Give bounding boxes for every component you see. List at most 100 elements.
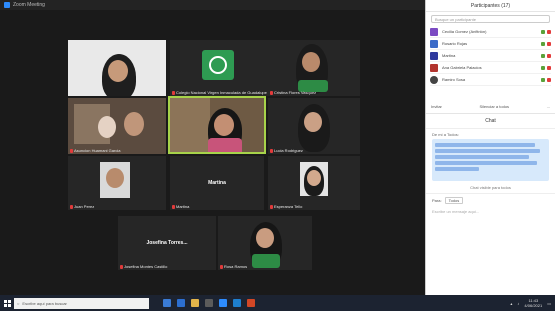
chat-to-label: Para: <box>432 198 442 203</box>
participant-name: Rosario Rojas <box>442 41 468 46</box>
muted-mic-icon <box>547 65 551 70</box>
video-tile[interactable] <box>68 40 166 96</box>
tile-name: Josefina Montes Castillo <box>120 264 167 269</box>
participant-row[interactable]: Cecilia Gomez (Anfitrión) <box>430 26 551 38</box>
video-icon <box>541 77 545 82</box>
video-tile[interactable]: Cristina Flores Vasquez <box>268 40 360 96</box>
muted-mic-icon <box>70 148 73 153</box>
video-tile[interactable]: Rosa Ramos <box>218 216 312 270</box>
windows-taskbar: ○ Escribe aquí para buscar ▴ ♪ 11:43 4/0… <box>0 295 555 311</box>
store-icon[interactable] <box>205 299 213 307</box>
chat-input[interactable]: Escribe un mensaje aquí... <box>432 209 549 227</box>
task-view-icon[interactable] <box>163 299 171 307</box>
avatar <box>430 63 438 72</box>
zoom-app-icon <box>4 2 10 8</box>
participant-face <box>98 116 116 138</box>
edge-icon[interactable] <box>177 299 185 307</box>
tile-name: Colegio Nacional Virgen Inmaculada de Gu… <box>172 90 267 95</box>
muted-mic-icon <box>270 148 273 153</box>
word-icon[interactable] <box>233 299 241 307</box>
video-tile-active-speaker[interactable] <box>168 96 266 154</box>
clock[interactable]: 11:43 4/06/2021 <box>524 298 542 308</box>
participant-row[interactable]: Ramiro Sosa <box>430 74 551 86</box>
tile-name: Esperanza Tello <box>270 204 302 209</box>
powerpoint-icon[interactable] <box>247 299 255 307</box>
taskbar-search-text: Escribe aquí para buscar <box>22 300 67 306</box>
participant-name: Ana Gabriela Palacios <box>442 65 482 70</box>
muted-mic-icon <box>547 41 551 46</box>
video-icon <box>541 29 545 34</box>
participants-header: Participantes (17) <box>426 0 555 12</box>
muted-mic-icon <box>270 90 273 95</box>
muted-mic-icon <box>547 29 551 34</box>
participant-face <box>124 112 144 136</box>
notifications-icon[interactable]: ▭ <box>547 301 551 306</box>
chat-message <box>432 139 549 181</box>
muted-mic-icon <box>547 77 551 82</box>
tile-name: Rosa Ramos <box>220 264 247 269</box>
more-button[interactable]: ... <box>547 104 550 109</box>
video-tile[interactable]: Colegio Nacional Virgen Inmaculada de Gu… <box>170 40 268 96</box>
participant-face <box>307 170 321 186</box>
taskbar-apps <box>163 299 255 307</box>
participant-name: Cecilia Gomez (Anfitrión) <box>442 29 487 34</box>
bookshelf <box>170 98 210 152</box>
participant-face <box>256 228 274 248</box>
video-icon <box>541 41 545 46</box>
video-tile[interactable]: Martina Martina <box>170 156 264 210</box>
chat-header: Chat <box>426 114 555 129</box>
participant-face <box>108 60 128 82</box>
tile-name: Cristina Flores Vasquez <box>270 90 316 95</box>
participant-face <box>304 112 322 132</box>
school-logo-icon <box>202 50 234 80</box>
muted-mic-icon <box>172 90 175 95</box>
volume-icon[interactable]: ♪ <box>517 301 519 306</box>
muted-mic-icon <box>172 204 175 209</box>
tile-name: Lucia Rodriguez <box>270 148 303 153</box>
participant-search-input[interactable]: Busque un participante <box>431 15 550 23</box>
tile-center-name: Martina <box>208 180 226 187</box>
clock-date: 4/06/2021 <box>524 303 543 308</box>
zoom-icon[interactable] <box>219 299 227 307</box>
participant-shirt <box>208 138 242 152</box>
video-icon <box>541 65 545 70</box>
video-tile[interactable]: Josefina Torres... Josefina Montes Casti… <box>118 216 216 270</box>
video-icon <box>541 53 545 58</box>
start-button[interactable] <box>0 295 14 311</box>
video-tile[interactable]: Lucia Rodriguez <box>268 98 360 154</box>
side-panel: Participantes (17) Busque un participant… <box>425 0 555 295</box>
participant-name: Ramiro Sosa <box>442 77 466 82</box>
participant-name: Martina <box>442 53 456 58</box>
video-tile[interactable]: Juan Perez <box>68 156 166 210</box>
muted-mic-icon <box>70 204 73 209</box>
video-tile[interactable]: Asuncion Huamani Garcia <box>68 98 166 154</box>
chat-recipient-select[interactable]: Todos <box>444 197 464 204</box>
mute-all-button[interactable]: Silenciar a todos <box>479 104 509 109</box>
muted-mic-icon <box>220 264 223 269</box>
participant-face <box>214 114 234 136</box>
avatar <box>430 27 438 36</box>
system-tray: ▴ ♪ 11:43 4/06/2021 ▭ <box>510 298 555 308</box>
file-explorer-icon[interactable] <box>191 299 199 307</box>
participant-row[interactable]: Ana Gabriela Palacios <box>430 62 551 74</box>
participant-list: Cecilia Gomez (Anfitrión) Rosario Rojas … <box>426 26 555 86</box>
network-icon[interactable]: ▴ <box>510 301 512 306</box>
window-title: Zoom Meeting <box>13 2 45 8</box>
chat-visibility-note: Chat visible para todos <box>470 185 511 190</box>
avatar <box>430 51 438 60</box>
tile-name: Martina <box>172 204 189 209</box>
video-gallery: Colegio Nacional Virgen Inmaculada de Gu… <box>0 10 425 295</box>
muted-mic-icon <box>120 264 123 269</box>
video-tile[interactable]: Esperanza Tello <box>268 156 360 210</box>
participant-row[interactable]: Martina <box>430 50 551 62</box>
participant-shirt <box>252 254 280 268</box>
taskbar-search[interactable]: ○ Escribe aquí para buscar <box>14 297 149 309</box>
muted-mic-icon <box>547 53 551 58</box>
participant-row[interactable]: Rosario Rojas <box>430 38 551 50</box>
participant-face <box>302 52 320 72</box>
title-bar: Zoom Meeting <box>0 0 425 10</box>
avatar <box>430 39 438 48</box>
tile-name: Juan Perez <box>70 204 94 209</box>
participants-actions: Invitar Silenciar a todos ... <box>426 100 555 114</box>
invite-button[interactable]: Invitar <box>431 104 442 109</box>
